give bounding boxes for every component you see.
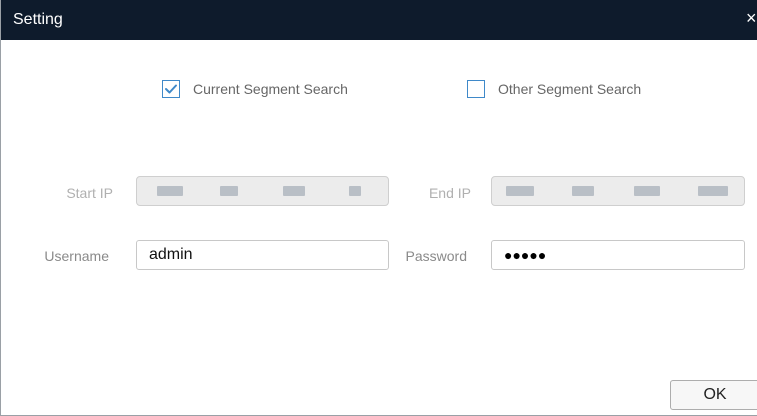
password-mask: ●●●●● bbox=[504, 247, 547, 263]
start-ip-field bbox=[136, 176, 389, 206]
end-ip-label: End IP bbox=[428, 185, 471, 201]
current-segment-checkbox-box[interactable] bbox=[162, 80, 180, 98]
other-segment-checkbox-box[interactable] bbox=[467, 80, 485, 98]
end-ip-octet-2 bbox=[572, 186, 594, 196]
username-label: Username bbox=[44, 248, 109, 264]
end-ip-octet-3 bbox=[634, 186, 660, 196]
other-segment-search-checkbox[interactable]: Other Segment Search bbox=[467, 80, 641, 98]
password-label: Password bbox=[405, 248, 467, 264]
current-segment-search-checkbox[interactable]: Current Segment Search bbox=[162, 80, 348, 98]
end-ip-field bbox=[491, 176, 745, 206]
close-icon[interactable]: × bbox=[746, 8, 757, 28]
password-input[interactable]: ●●●●● bbox=[491, 240, 745, 270]
title-bar: Setting × bbox=[1, 0, 757, 40]
other-segment-search-label: Other Segment Search bbox=[498, 81, 642, 97]
current-segment-search-label: Current Segment Search bbox=[193, 81, 348, 97]
end-ip-octet-1 bbox=[506, 186, 534, 196]
checkmark-icon bbox=[165, 84, 177, 94]
start-ip-octet-1 bbox=[157, 186, 183, 196]
ok-button[interactable]: OK bbox=[670, 380, 757, 410]
setting-dialog: Setting × Current Segment Search Other S… bbox=[0, 0, 757, 416]
start-ip-label: Start IP bbox=[66, 185, 113, 201]
username-input[interactable]: admin bbox=[136, 240, 389, 270]
start-ip-octet-3 bbox=[283, 186, 305, 196]
end-ip-octet-4 bbox=[698, 186, 728, 196]
start-ip-octet-4 bbox=[349, 186, 361, 196]
start-ip-octet-2 bbox=[220, 186, 238, 196]
window-title: Setting bbox=[13, 11, 63, 28]
